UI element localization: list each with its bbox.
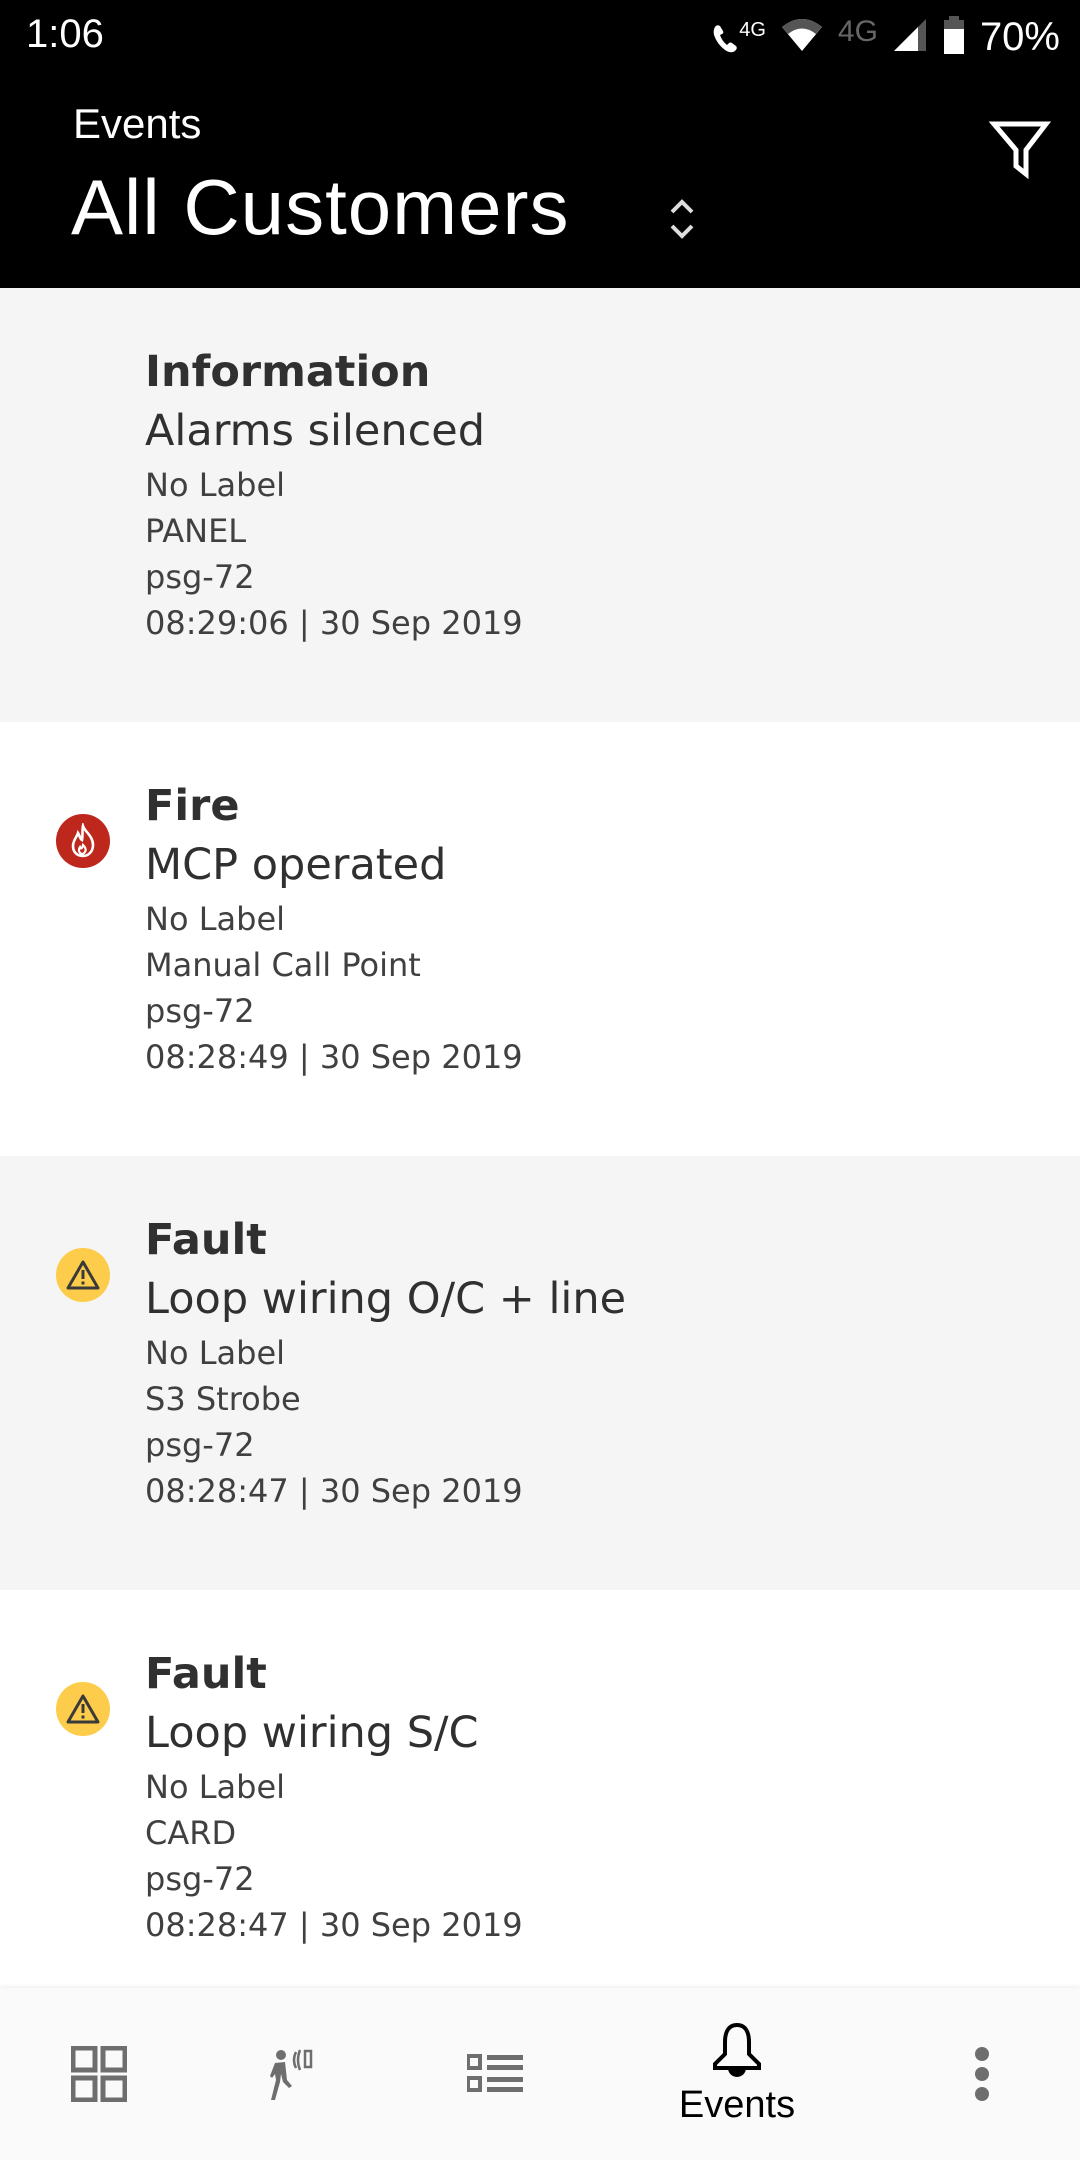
event-item[interactable]: Information Alarms silenced No Label PAN… bbox=[0, 288, 1080, 722]
event-timestamp: 08:29:06 | 30 Sep 2019 bbox=[145, 604, 523, 642]
volte-call-icon: 4G bbox=[711, 19, 766, 55]
bottom-navigation: Events bbox=[0, 1988, 1080, 2160]
event-device: PANEL bbox=[145, 512, 247, 550]
event-label: No Label bbox=[145, 1334, 286, 1372]
bell-icon bbox=[713, 2022, 761, 2077]
event-device: CARD bbox=[145, 1814, 237, 1852]
customer-selector-title[interactable]: All Customers bbox=[71, 162, 569, 253]
status-icons: 4G 4G 70% bbox=[711, 12, 1060, 62]
mobile-data-label: 4G bbox=[837, 15, 878, 48]
event-device: S3 Strobe bbox=[145, 1380, 301, 1418]
warning-icon bbox=[56, 1682, 110, 1736]
walk-test-icon bbox=[270, 2049, 313, 2100]
status-time: 1:06 bbox=[26, 12, 104, 56]
nav-events-label: Events bbox=[678, 2083, 796, 2126]
nav-list[interactable] bbox=[415, 1988, 575, 2160]
event-item[interactable]: Fault Loop wiring S/C No Label CARD psg-… bbox=[0, 1590, 1080, 1988]
event-body: Fault Loop wiring O/C + line No Label S3… bbox=[145, 1212, 626, 1514]
battery-percent: 70% bbox=[979, 14, 1060, 59]
event-type: Fire bbox=[145, 781, 240, 831]
filter-button[interactable] bbox=[988, 116, 1052, 180]
event-label: No Label bbox=[145, 1768, 286, 1806]
event-timestamp: 08:28:47 | 30 Sep 2019 bbox=[145, 1472, 523, 1510]
event-site: psg-72 bbox=[145, 992, 255, 1030]
event-timestamp: 08:28:49 | 30 Sep 2019 bbox=[145, 1038, 523, 1076]
list-icon bbox=[467, 2054, 523, 2092]
nav-walk-test[interactable] bbox=[215, 1988, 375, 2160]
event-body: Information Alarms silenced No Label PAN… bbox=[145, 344, 523, 646]
event-body: Fire MCP operated No Label Manual Call P… bbox=[145, 778, 523, 1080]
event-item[interactable]: Fire MCP operated No Label Manual Call P… bbox=[0, 722, 1080, 1156]
fire-icon bbox=[56, 814, 110, 868]
app-header: Events All Customers bbox=[0, 72, 1080, 288]
event-description: Alarms silenced bbox=[145, 406, 485, 456]
header-subtitle: Events bbox=[73, 100, 202, 147]
events-list[interactable]: Information Alarms silenced No Label PAN… bbox=[0, 288, 1080, 1988]
volte-label: 4G bbox=[739, 19, 766, 41]
nav-dashboard[interactable] bbox=[19, 1988, 179, 2160]
event-type: Information bbox=[145, 347, 431, 397]
warning-icon bbox=[56, 1248, 110, 1302]
unfold-icon[interactable] bbox=[664, 190, 700, 250]
event-site: psg-72 bbox=[145, 558, 255, 596]
nav-events[interactable]: Events bbox=[657, 1988, 817, 2160]
event-site: psg-72 bbox=[145, 1426, 255, 1464]
event-device: Manual Call Point bbox=[145, 946, 421, 984]
more-vert-icon bbox=[975, 2047, 989, 2101]
battery-icon bbox=[942, 15, 966, 59]
event-item[interactable]: Fault Loop wiring O/C + line No Label S3… bbox=[0, 1156, 1080, 1590]
status-bar: 1:06 4G 4G 70% bbox=[0, 0, 1080, 72]
event-type: Fault bbox=[145, 1215, 267, 1265]
event-body: Fault Loop wiring S/C No Label CARD psg-… bbox=[145, 1646, 523, 1948]
event-site: psg-72 bbox=[145, 1860, 255, 1898]
event-timestamp: 08:28:47 | 30 Sep 2019 bbox=[145, 1906, 523, 1944]
event-description: Loop wiring O/C + line bbox=[145, 1274, 627, 1324]
event-description: MCP operated bbox=[145, 840, 447, 890]
filter-icon bbox=[988, 121, 1052, 180]
event-label: No Label bbox=[145, 466, 286, 504]
wifi-icon bbox=[780, 17, 824, 57]
event-label: No Label bbox=[145, 900, 286, 938]
nav-more[interactable] bbox=[902, 1988, 1062, 2160]
dashboard-icon bbox=[71, 2046, 127, 2102]
event-type: Fault bbox=[145, 1649, 267, 1699]
signal-icon bbox=[892, 17, 928, 57]
event-description: Loop wiring S/C bbox=[145, 1708, 479, 1758]
